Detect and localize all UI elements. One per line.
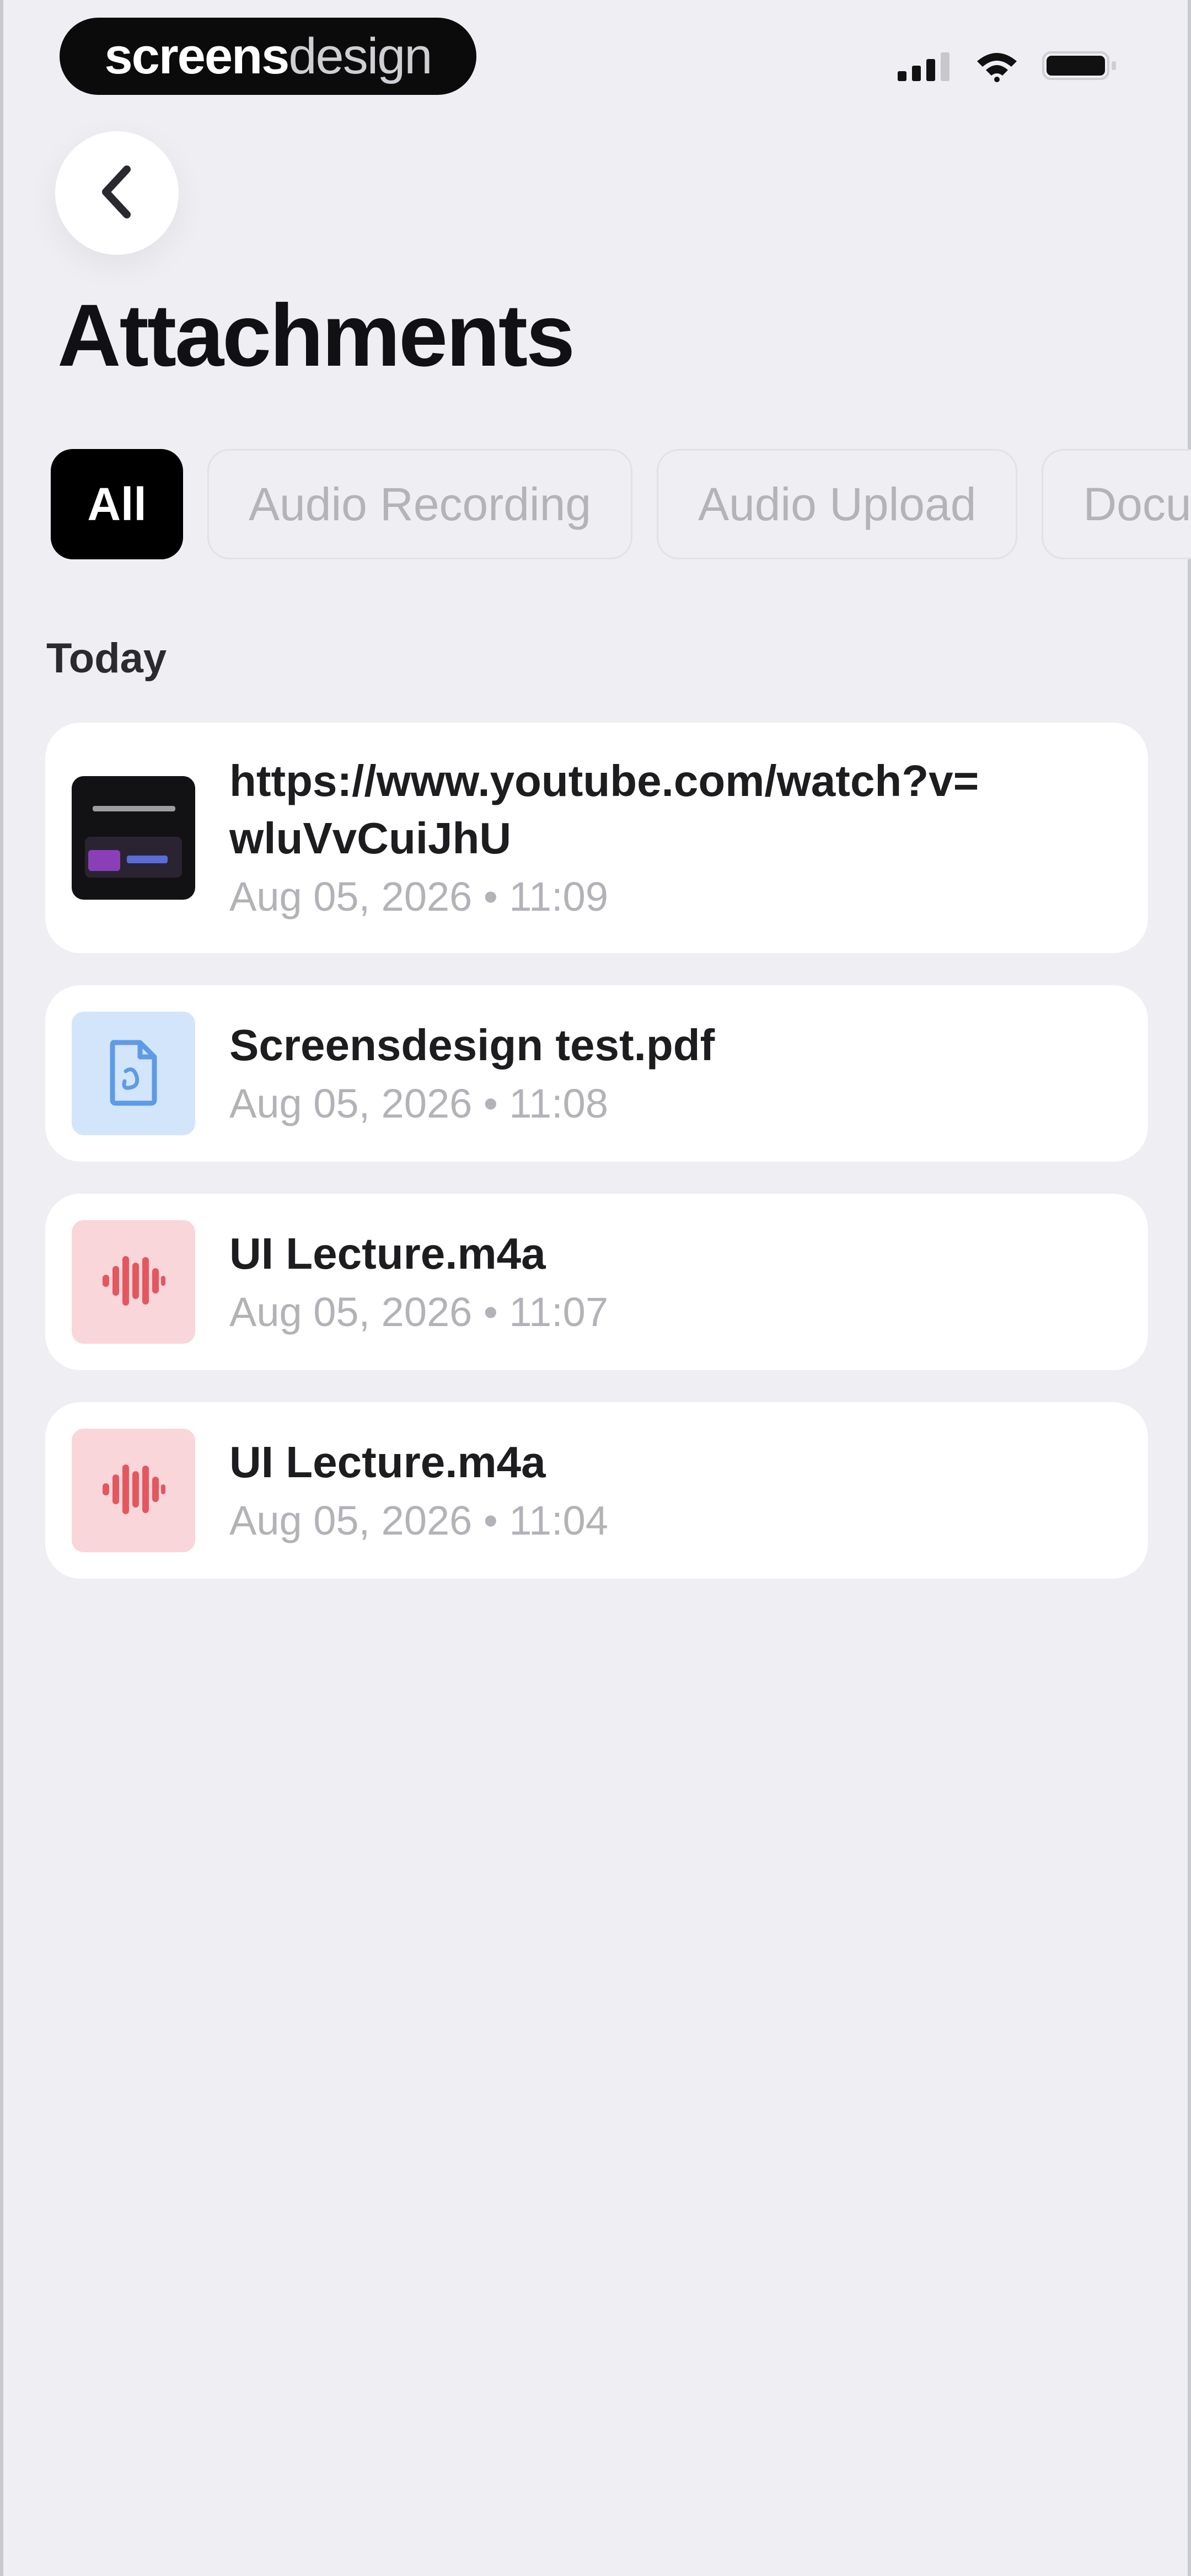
device-frame-right-edge bbox=[1188, 0, 1191, 2576]
attachment-list: https://www.youtube.com/watch?v=wluVvCui… bbox=[45, 723, 1148, 1611]
chevron-left-icon bbox=[95, 162, 139, 225]
status-bar: screens design bbox=[0, 0, 1191, 110]
attachment-timestamp: Aug 05, 2026 • 11:08 bbox=[229, 1080, 608, 1126]
attachment-title: UI Lecture.m4a bbox=[229, 1437, 546, 1487]
page-title: Attachments bbox=[57, 286, 575, 384]
attachment-text: UI Lecture.m4a Aug 05, 2026 • 11:04 bbox=[229, 1434, 608, 1547]
waveform-icon bbox=[100, 1250, 167, 1314]
attachment-text: UI Lecture.m4a Aug 05, 2026 • 11:07 bbox=[229, 1225, 608, 1339]
attachment-title: https://www.youtube.com/watch?v=wluVvCui… bbox=[229, 756, 979, 863]
attachment-item-audio[interactable]: UI Lecture.m4a Aug 05, 2026 • 11:07 bbox=[45, 1194, 1148, 1370]
battery-icon bbox=[1042, 49, 1119, 85]
status-icons bbox=[898, 47, 1119, 86]
attachment-timestamp: Aug 05, 2026 • 11:09 bbox=[229, 873, 608, 920]
cellular-signal-icon bbox=[898, 50, 952, 84]
attachment-item-audio[interactable]: UI Lecture.m4a Aug 05, 2026 • 11:04 bbox=[45, 1402, 1148, 1579]
filter-chip-row: AllAudio RecordingAudio UploadDocuments bbox=[51, 448, 1191, 560]
screensdesign-logo: screens design bbox=[60, 18, 476, 95]
audio-tile bbox=[72, 1220, 195, 1344]
wifi-icon bbox=[975, 49, 1019, 85]
back-button[interactable] bbox=[55, 131, 179, 255]
filter-chip-all[interactable]: All bbox=[51, 449, 183, 559]
logo-text-light: design bbox=[288, 28, 432, 84]
waveform-icon bbox=[100, 1459, 167, 1522]
attachment-item-pdf[interactable]: Screensdesign test.pdf Aug 05, 2026 • 11… bbox=[45, 985, 1148, 1162]
attachment-text: https://www.youtube.com/watch?v=wluVvCui… bbox=[229, 752, 1001, 923]
video-thumbnail bbox=[72, 776, 195, 900]
attachment-title: UI Lecture.m4a bbox=[229, 1228, 546, 1278]
attachment-timestamp: Aug 05, 2026 • 11:04 bbox=[229, 1497, 608, 1543]
document-icon bbox=[106, 1038, 161, 1109]
audio-tile bbox=[72, 1429, 195, 1552]
pdf-tile bbox=[72, 1012, 195, 1135]
section-label-today: Today bbox=[46, 635, 167, 682]
device-frame-left-edge bbox=[0, 0, 3, 2576]
logo-text-bold: screens bbox=[104, 28, 290, 84]
filter-chip-audio-recording[interactable]: Audio Recording bbox=[207, 449, 633, 559]
attachment-timestamp: Aug 05, 2026 • 11:07 bbox=[229, 1289, 608, 1335]
filter-chip-documents[interactable]: Documents bbox=[1042, 449, 1191, 559]
attachment-text: Screensdesign test.pdf Aug 05, 2026 • 11… bbox=[229, 1017, 715, 1130]
attachment-title: Screensdesign test.pdf bbox=[229, 1020, 715, 1070]
filter-chips: AllAudio RecordingAudio UploadDocuments bbox=[51, 448, 1191, 560]
filter-chip-audio-upload[interactable]: Audio Upload bbox=[657, 449, 1018, 559]
attachment-item-video[interactable]: https://www.youtube.com/watch?v=wluVvCui… bbox=[45, 723, 1148, 953]
